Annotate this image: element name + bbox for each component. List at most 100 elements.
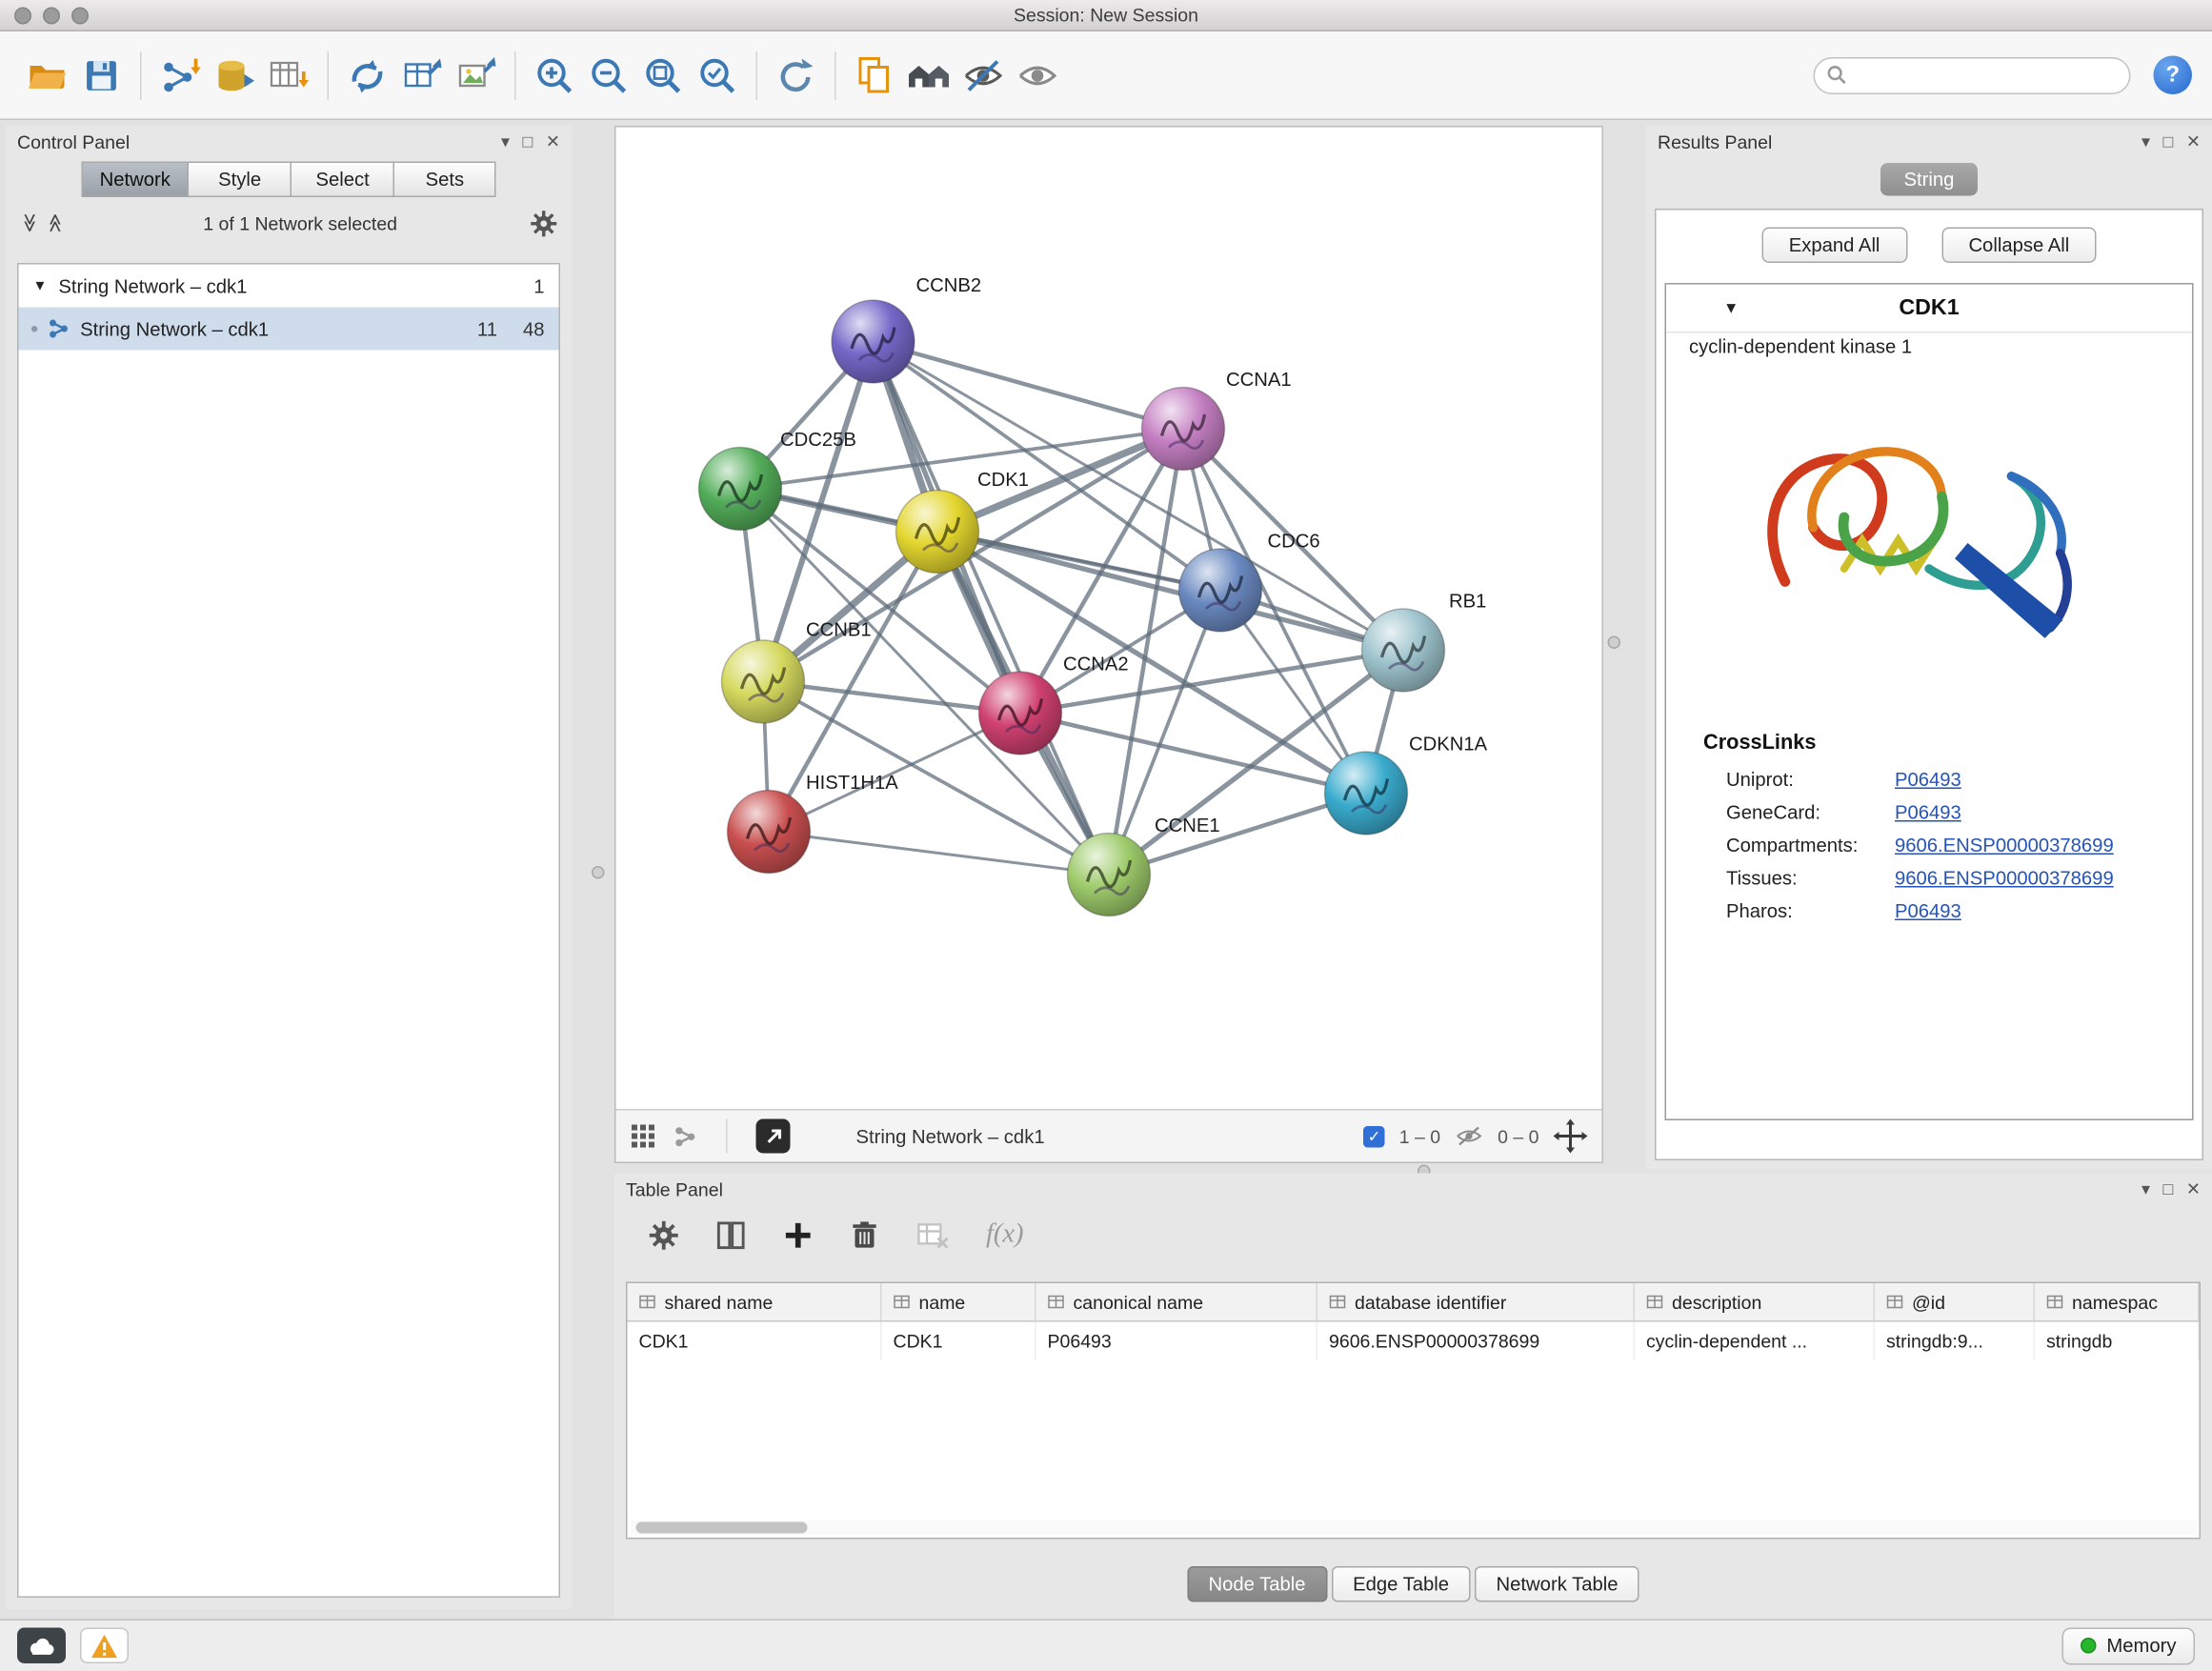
- help-button[interactable]: ?: [2154, 56, 2193, 95]
- network-node-CCNB1[interactable]: [722, 640, 805, 723]
- network-edge[interactable]: [874, 342, 1184, 430]
- network-node-CCNA1[interactable]: [1142, 388, 1225, 471]
- network-node-CCNE1[interactable]: [1068, 834, 1151, 916]
- tab-select[interactable]: Select: [291, 162, 393, 198]
- network-small-icon[interactable]: [674, 1124, 698, 1149]
- network-node-CDC6[interactable]: [1179, 549, 1262, 632]
- zoom-fit-button[interactable]: [636, 47, 691, 104]
- tree-expander-icon[interactable]: ▼: [33, 278, 48, 294]
- tab-edge-table[interactable]: Edge Table: [1332, 1566, 1471, 1602]
- add-column-icon[interactable]: [783, 1219, 814, 1250]
- grid-view-icon[interactable]: [631, 1123, 656, 1149]
- panel-collapse-icon[interactable]: ▾: [2142, 131, 2150, 151]
- show-columns-icon[interactable]: [716, 1219, 747, 1250]
- column-header-namespace[interactable]: namespac: [2035, 1283, 2200, 1322]
- import-network-file-button[interactable]: [153, 47, 208, 104]
- table-row[interactable]: CDK1 CDK1 P06493 9606.ENSP00000378699 cy…: [628, 1322, 2200, 1361]
- warnings-button[interactable]: [80, 1628, 129, 1664]
- panel-close-icon[interactable]: ✕: [2186, 131, 2201, 151]
- network-edge[interactable]: [874, 342, 1110, 876]
- tab-string[interactable]: String: [1881, 163, 1978, 196]
- zoom-selected-button[interactable]: [691, 47, 745, 104]
- network-from-table-button[interactable]: [394, 47, 449, 104]
- cell-shared-name[interactable]: CDK1: [628, 1322, 882, 1361]
- tab-style[interactable]: Style: [188, 162, 291, 198]
- column-header-database-identifier[interactable]: database identifier: [1317, 1283, 1635, 1322]
- import-network-database-button[interactable]: [208, 47, 262, 104]
- horizontal-scrollbar[interactable]: [631, 1520, 2197, 1535]
- hide-selected-button[interactable]: [956, 47, 1011, 104]
- apply-layout-button[interactable]: [769, 47, 823, 104]
- cell-database-identifier[interactable]: 9606.ENSP00000378699: [1317, 1322, 1635, 1361]
- cell-name[interactable]: CDK1: [882, 1322, 1036, 1361]
- export-image-button[interactable]: [449, 47, 503, 104]
- memory-button[interactable]: Memory: [2062, 1627, 2195, 1664]
- birdseye-view-button[interactable]: [756, 1119, 791, 1154]
- gear-icon[interactable]: [531, 210, 558, 237]
- collapse-all-networks-icon[interactable]: ≫: [44, 213, 67, 232]
- import-table-button[interactable]: [262, 47, 316, 104]
- show-all-button[interactable]: [1011, 47, 1065, 104]
- network-node-RB1[interactable]: [1362, 609, 1445, 692]
- crosslink-pharos-link[interactable]: P06493: [1895, 900, 1961, 922]
- selected-checkbox-icon[interactable]: ✓: [1363, 1125, 1385, 1147]
- new-network-button[interactable]: [340, 47, 394, 104]
- cell-id[interactable]: stringdb:9...: [1875, 1322, 2035, 1361]
- tab-node-table[interactable]: Node Table: [1187, 1566, 1327, 1602]
- panel-float-icon[interactable]: □: [2163, 1179, 2174, 1199]
- cell-canonical-name[interactable]: P06493: [1036, 1322, 1318, 1361]
- cell-namespace[interactable]: stringdb: [2035, 1322, 2200, 1361]
- network-edge[interactable]: [769, 832, 1109, 875]
- column-header-canonical-name[interactable]: canonical name: [1036, 1283, 1318, 1322]
- delete-column-trash-icon[interactable]: [851, 1219, 879, 1250]
- cloud-status-button[interactable]: [17, 1628, 66, 1664]
- collapse-all-button[interactable]: Collapse All: [1941, 228, 2097, 264]
- splitter-handle-left[interactable]: [592, 866, 605, 879]
- panel-close-icon[interactable]: ✕: [2186, 1179, 2201, 1199]
- scrollbar-thumb[interactable]: [636, 1522, 808, 1534]
- panel-float-icon[interactable]: □: [2163, 131, 2174, 151]
- splitter-handle-right[interactable]: [1608, 636, 1621, 650]
- search-input[interactable]: [1857, 65, 2119, 87]
- panel-close-icon[interactable]: ✕: [546, 131, 560, 151]
- collapse-section-icon[interactable]: ▼: [1723, 299, 1739, 316]
- first-neighbors-button[interactable]: [902, 47, 956, 104]
- table-settings-gear-icon[interactable]: [649, 1219, 679, 1250]
- network-collection-row[interactable]: ▼ String Network – cdk1 1: [19, 265, 559, 308]
- expand-all-button[interactable]: Expand All: [1761, 228, 1907, 264]
- cell-description[interactable]: cyclin-dependent ...: [1635, 1322, 1875, 1361]
- panel-collapse-icon[interactable]: ▾: [2142, 1179, 2150, 1199]
- tab-network-table[interactable]: Network Table: [1475, 1566, 1639, 1602]
- crosslink-tissues-link[interactable]: 9606.ENSP00000378699: [1895, 868, 2114, 890]
- network-edge[interactable]: [937, 532, 1403, 651]
- network-node-CDK1[interactable]: [896, 491, 979, 574]
- column-header-shared-name[interactable]: shared name: [628, 1283, 882, 1322]
- column-header-name[interactable]: name: [882, 1283, 1036, 1322]
- network-node-CDKN1A[interactable]: [1325, 752, 1408, 835]
- column-header-id[interactable]: @id: [1875, 1283, 2035, 1322]
- open-session-button[interactable]: [20, 47, 74, 104]
- zoom-out-button[interactable]: [582, 47, 636, 104]
- function-builder-icon[interactable]: f(x): [986, 1219, 1024, 1251]
- network-row-selected[interactable]: ● String Network – cdk1 11 48: [19, 308, 559, 351]
- annotations-button[interactable]: [848, 47, 902, 104]
- network-canvas[interactable]: CCNB2CCNA1CDC25BCDK1CDC6RB1CCNB1CCNA2CDK…: [616, 128, 1602, 1110]
- zoom-in-button[interactable]: [528, 47, 582, 104]
- panel-collapse-icon[interactable]: ▾: [501, 131, 510, 151]
- tab-sets[interactable]: Sets: [393, 162, 496, 198]
- search-field[interactable]: [1814, 56, 2131, 93]
- network-edge[interactable]: [1020, 714, 1366, 794]
- network-node-CCNA2[interactable]: [979, 672, 1062, 755]
- panel-float-icon[interactable]: □: [523, 131, 533, 151]
- crosslink-genecard-link[interactable]: P06493: [1895, 802, 1961, 824]
- network-node-CDC25B[interactable]: [699, 448, 782, 531]
- protein-card-header[interactable]: ▼ CDK1: [1666, 285, 2192, 333]
- crosslink-uniprot-link[interactable]: P06493: [1895, 769, 1961, 791]
- save-session-button[interactable]: [74, 47, 129, 104]
- network-node-HIST1H1A[interactable]: [728, 791, 811, 874]
- column-header-description[interactable]: description: [1635, 1283, 1875, 1322]
- network-node-CCNB2[interactable]: [832, 300, 915, 383]
- tab-network[interactable]: Network: [81, 162, 188, 198]
- crosshair-move-icon[interactable]: [1554, 1119, 1588, 1154]
- expand-all-networks-icon[interactable]: ≫: [18, 213, 41, 232]
